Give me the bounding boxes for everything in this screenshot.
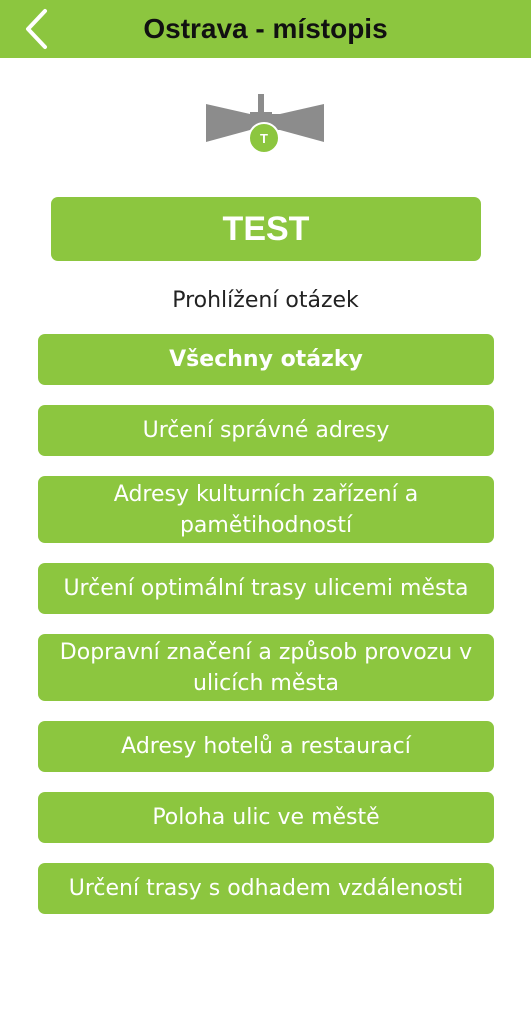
- logo-badge-letter: T: [260, 131, 268, 146]
- category-cultural-addresses-button[interactable]: Adresy kulturních zařízení a pamětihodno…: [38, 476, 494, 543]
- category-correct-address-button[interactable]: Určení správné adresy: [38, 405, 494, 456]
- test-button[interactable]: TEST: [51, 197, 481, 261]
- category-hotels-restaurants-button[interactable]: Adresy hotelů a restaurací: [38, 721, 494, 772]
- page-title: Ostrava - místopis: [143, 13, 388, 44]
- tram-pantograph-logo: T: [206, 94, 324, 154]
- category-all-questions-button[interactable]: Všechny otázky: [38, 334, 494, 385]
- category-optimal-route-button[interactable]: Určení optimální trasy ulicemi města: [38, 563, 494, 614]
- browse-questions-label: Prohlížení otázek: [172, 288, 359, 313]
- app-header: Ostrava - místopis: [0, 0, 531, 58]
- category-traffic-signs-button[interactable]: Dopravní značení a způsob provozu v ulic…: [38, 634, 494, 701]
- category-street-location-button[interactable]: Poloha ulic ve městě: [38, 792, 494, 843]
- category-route-distance-button[interactable]: Určení trasy s odhadem vzdálenosti: [38, 863, 494, 914]
